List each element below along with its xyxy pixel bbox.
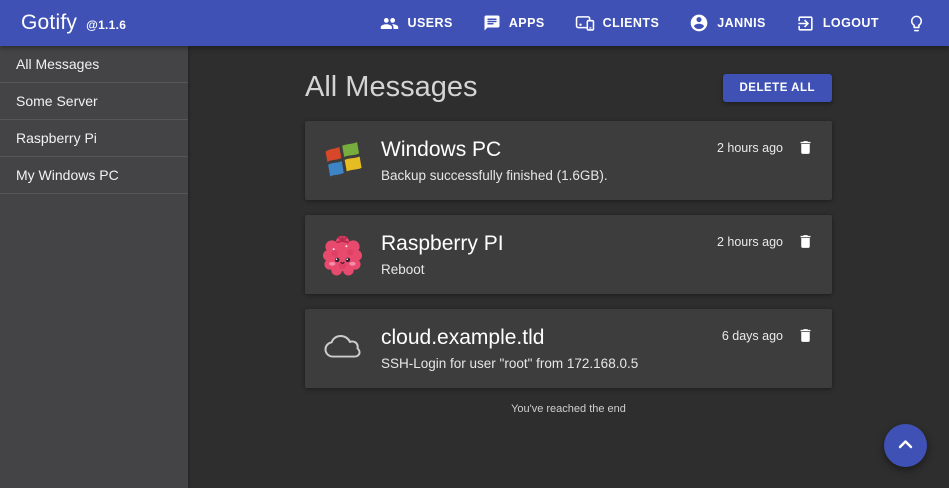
message-body: Backup successfully finished (1.6GB). (381, 167, 717, 185)
nav-users-label: USERS (407, 16, 452, 30)
nav-apps-button[interactable]: APPS (472, 6, 556, 40)
theme-toggle-button[interactable] (898, 6, 935, 41)
nav-clients-label: CLIENTS (603, 16, 660, 30)
main-content: All Messages DELETE ALL Windows PC Backu… (188, 46, 949, 488)
logout-icon (796, 14, 815, 33)
scroll-to-top-fab[interactable] (884, 424, 927, 467)
cloud-icon (321, 327, 364, 370)
app-bar-nav: USERS APPS CLIENTS JANNIS (369, 5, 935, 41)
nav-logout-label: LOGOUT (823, 16, 879, 30)
account-circle-icon (689, 13, 709, 33)
sidebar-item-all-messages[interactable]: All Messages (0, 46, 188, 83)
app-version: @1.1.6 (86, 18, 126, 32)
message-card: cloud.example.tld SSH-Login for user "ro… (305, 309, 832, 388)
message-body: SSH-Login for user "root" from 172.168.0… (381, 355, 722, 373)
page-title: All Messages (305, 71, 477, 104)
trash-icon (797, 145, 814, 160)
trash-icon (797, 239, 814, 254)
message-timestamp: 2 hours ago (717, 141, 783, 155)
raspberry-logo-icon (321, 233, 364, 276)
sidebar-item-label: Some Server (16, 93, 98, 109)
sidebar-item-label: All Messages (16, 56, 99, 72)
sidebar: All Messages Some Server Raspberry Pi My… (0, 46, 188, 488)
lightbulb-icon (907, 14, 926, 33)
delete-message-button[interactable] (795, 138, 816, 157)
chevron-up-icon (897, 437, 914, 454)
delete-message-button[interactable] (795, 326, 816, 345)
apps-chat-icon (483, 14, 501, 32)
sidebar-item-some-server[interactable]: Some Server (0, 83, 188, 120)
message-title: Raspberry PI (381, 231, 717, 257)
brand: Gotify @1.1.6 (21, 11, 126, 35)
windows-logo-icon (321, 139, 364, 182)
sidebar-item-label: My Windows PC (16, 167, 119, 183)
message-body: Reboot (381, 261, 717, 279)
clients-devices-icon (575, 14, 595, 32)
message-timestamp: 2 hours ago (717, 235, 783, 249)
message-title: Windows PC (381, 137, 717, 163)
nav-apps-label: APPS (509, 16, 545, 30)
app-title: Gotify (21, 11, 77, 35)
delete-all-button[interactable]: DELETE ALL (723, 74, 833, 102)
trash-icon (797, 333, 814, 348)
nav-users-button[interactable]: USERS (369, 6, 463, 41)
delete-message-button[interactable] (795, 232, 816, 251)
sidebar-item-label: Raspberry Pi (16, 130, 97, 146)
nav-user-label: JANNIS (717, 16, 766, 30)
app-bar: Gotify @1.1.6 USERS APPS (0, 0, 949, 46)
sidebar-item-raspberry-pi[interactable]: Raspberry Pi (0, 120, 188, 157)
message-timestamp: 6 days ago (722, 329, 783, 343)
sidebar-item-my-windows-pc[interactable]: My Windows PC (0, 157, 188, 194)
nav-logout-button[interactable]: LOGOUT (785, 6, 890, 41)
message-title: cloud.example.tld (381, 325, 722, 351)
users-icon (380, 14, 399, 33)
end-of-list-text: You've reached the end (305, 403, 832, 415)
message-card: Raspberry PI Reboot 2 hours ago (305, 215, 832, 294)
message-card: Windows PC Backup successfully finished … (305, 121, 832, 200)
nav-user-account-button[interactable]: JANNIS (678, 5, 777, 41)
nav-clients-button[interactable]: CLIENTS (564, 6, 671, 40)
